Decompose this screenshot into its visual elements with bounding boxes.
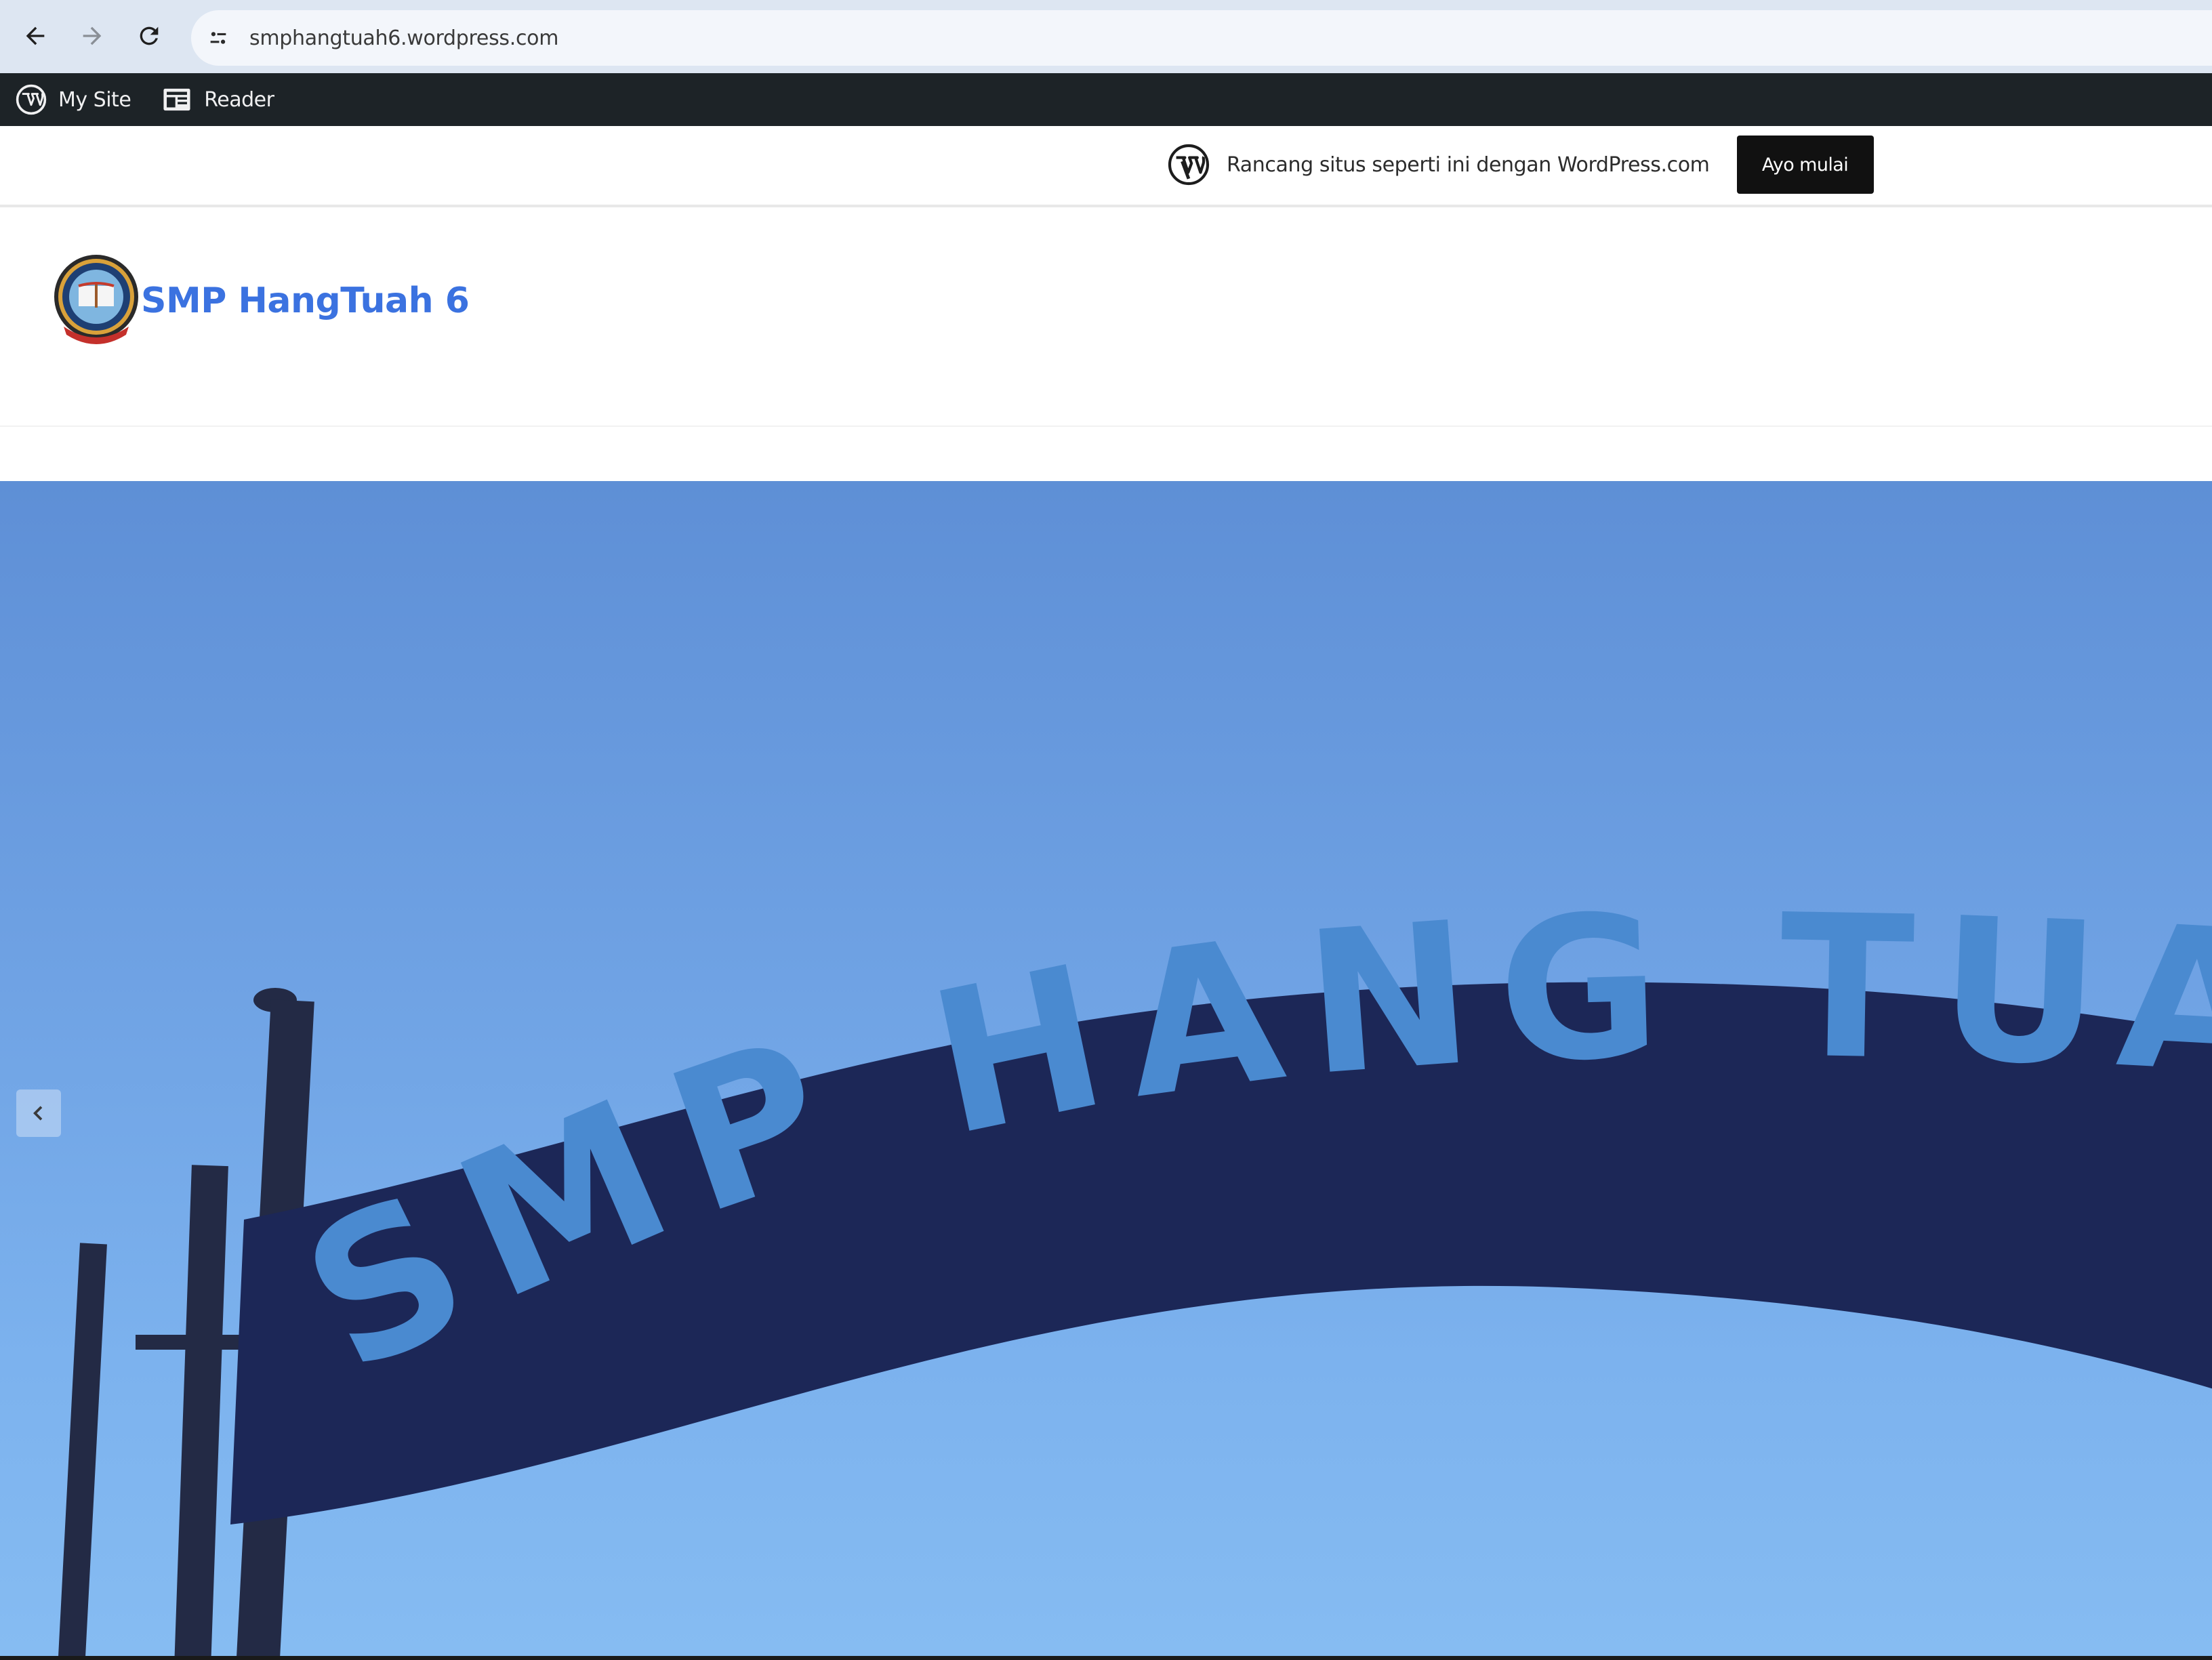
chevron-left-icon <box>33 1106 43 1121</box>
site-header: SMP HangTuah 6 <box>0 207 2212 427</box>
slider-prev-button[interactable] <box>16 1090 61 1137</box>
back-arrow-icon <box>26 26 45 45</box>
back-button[interactable] <box>18 18 53 54</box>
my-site-label: My Site <box>58 87 131 112</box>
wordpress-icon <box>14 82 49 117</box>
reload-button[interactable] <box>131 18 167 54</box>
forward-arrow-icon <box>83 26 102 45</box>
wp-admin-bar: My Site Reader <box>0 73 2212 126</box>
my-site-link[interactable]: My Site <box>14 73 131 126</box>
browser-toolbar: smphangtuah6.wordpress.com <box>0 0 2212 73</box>
get-started-button[interactable]: Ayo mulai <box>1736 136 1874 194</box>
wpcom-promo-banner: Rancang situs seperti ini dengan WordPre… <box>0 126 2212 207</box>
reader-label: Reader <box>204 87 274 112</box>
reload-icon <box>140 26 159 45</box>
window-bottom-edge <box>0 1656 2212 1660</box>
reader-link[interactable]: Reader <box>159 73 274 126</box>
hero-slider: SMP HANG TUAH <box>0 481 2212 1656</box>
wordpress-icon <box>1168 144 1210 186</box>
reader-icon <box>159 82 194 117</box>
address-bar[interactable]: smphangtuah6.wordpress.com <box>191 10 2212 66</box>
promo-text: Rancang situs seperti ini dengan WordPre… <box>1227 152 1710 177</box>
site-settings-icon[interactable] <box>201 20 236 56</box>
hero-image: SMP HANG TUAH <box>58 873 2212 1656</box>
forward-button[interactable] <box>75 18 110 54</box>
site-title[interactable]: SMP HangTuah 6 <box>141 281 470 321</box>
url-text[interactable]: smphangtuah6.wordpress.com <box>249 26 558 50</box>
school-logo[interactable] <box>52 253 142 348</box>
